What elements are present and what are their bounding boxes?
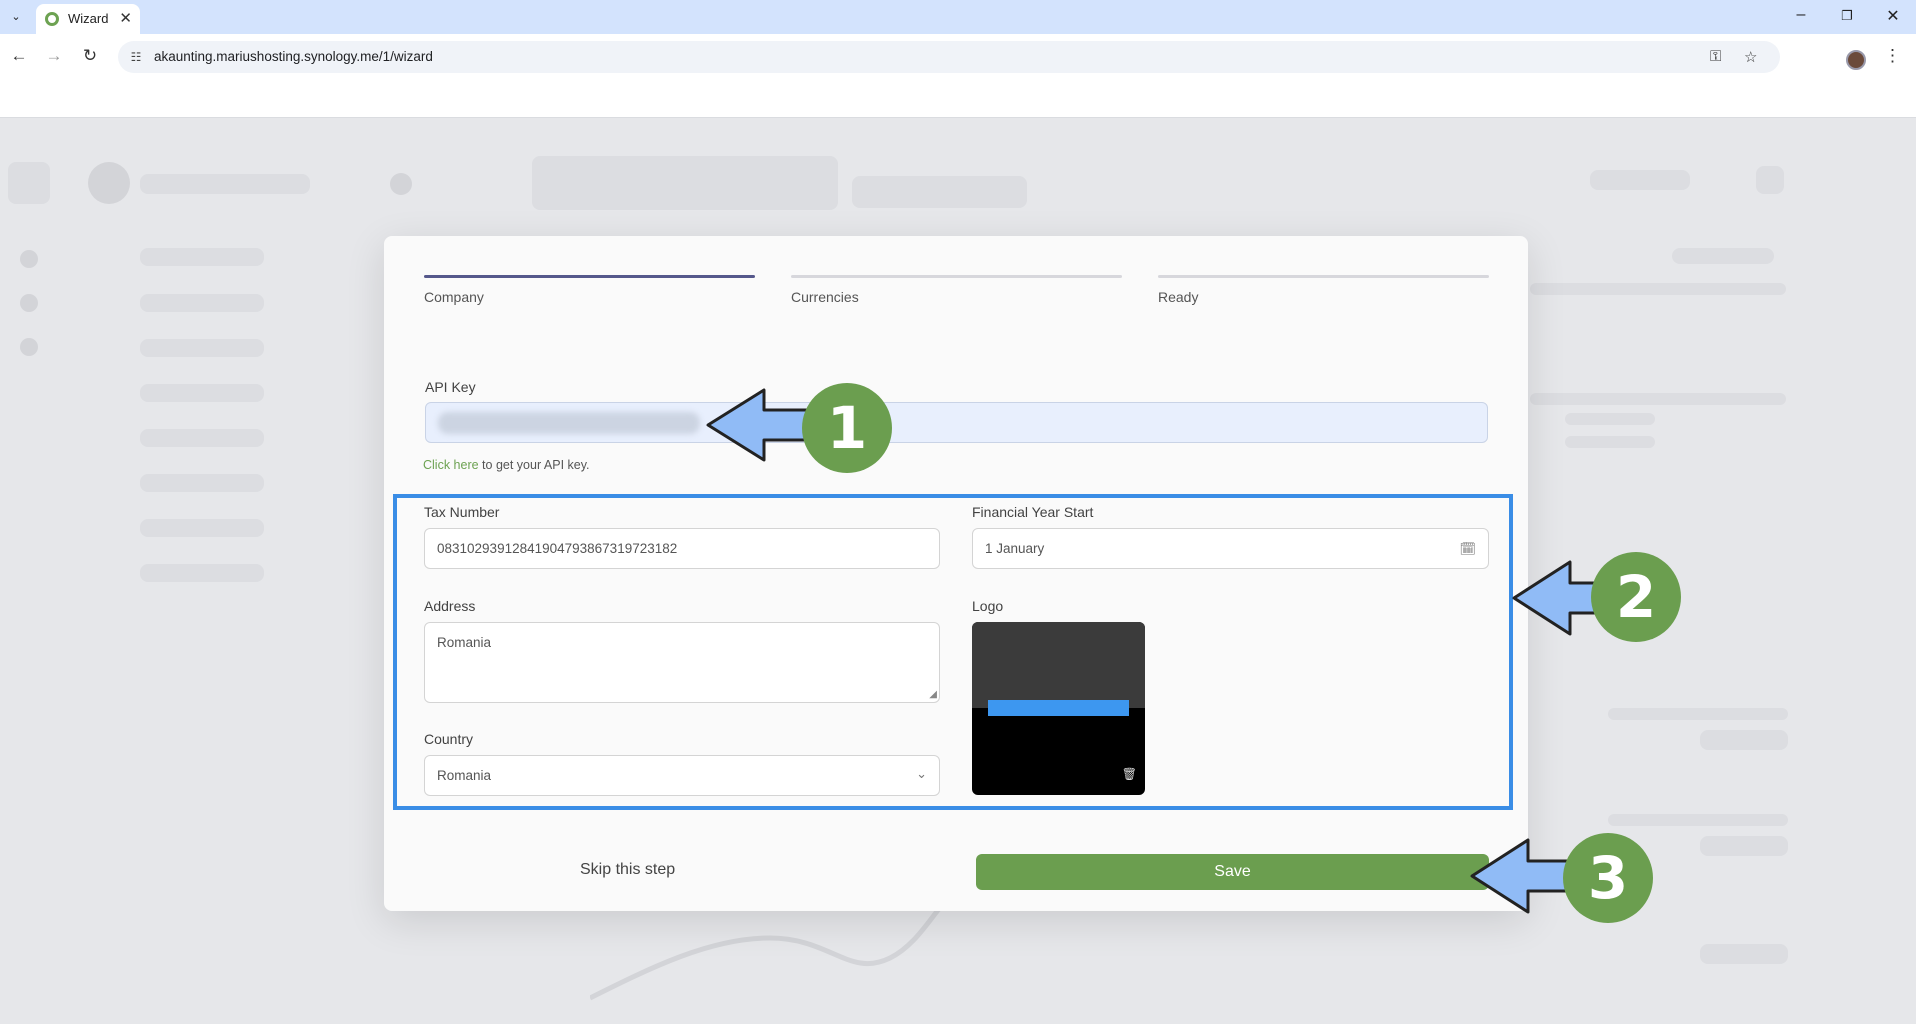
step-progress-bar <box>1158 275 1489 278</box>
bg-sidebar-placeholder <box>140 339 264 357</box>
step-ready[interactable]: Ready <box>1158 275 1489 305</box>
akaunting-favicon-icon <box>45 12 59 26</box>
minimize-icon[interactable]: – <box>1789 6 1813 24</box>
bg-logo-placeholder <box>88 162 130 204</box>
bookmark-star-icon[interactable]: ☆ <box>1744 48 1757 66</box>
api-key-input[interactable] <box>425 402 1488 443</box>
bg-card-placeholder <box>1530 283 1786 295</box>
bg-card-placeholder <box>1565 413 1655 425</box>
bg-sidebar-placeholder <box>140 519 264 537</box>
api-key-helper: Click here to get your API key. <box>423 458 590 472</box>
bg-card-placeholder <box>1700 944 1788 964</box>
step-currencies[interactable]: Currencies <box>791 275 1122 305</box>
bg-card-placeholder <box>1700 836 1788 856</box>
step-label: Currencies <box>791 289 859 305</box>
bg-icon-placeholder <box>20 250 38 268</box>
close-tab-icon[interactable]: ✕ <box>119 9 132 27</box>
bg-sidebar-placeholder <box>140 429 264 447</box>
address-bar[interactable]: ☷ akaunting.mariushosting.synology.me/1/… <box>118 41 1780 73</box>
save-button[interactable]: Save <box>976 854 1489 890</box>
bg-search-placeholder <box>532 156 838 210</box>
skip-step-button[interactable]: Skip this step <box>580 861 675 879</box>
browser-menu-icon[interactable]: ⋮ <box>1884 46 1901 66</box>
restore-icon[interactable]: ❐ <box>1835 8 1859 24</box>
bg-card-placeholder <box>1700 730 1788 750</box>
bg-calendar-placeholder <box>1756 166 1784 194</box>
step-label: Company <box>424 289 484 305</box>
bg-company-placeholder <box>140 174 310 194</box>
tab-title: Wizard <box>68 11 109 26</box>
step-label: Ready <box>1158 289 1199 305</box>
browser-toolbar: ← → ↻ ☷ akaunting.mariushosting.synology… <box>0 34 1916 118</box>
bg-sidebar-placeholder <box>140 474 264 492</box>
api-key-label: API Key <box>425 379 476 395</box>
url-text[interactable]: akaunting.mariushosting.synology.me/1/wi… <box>154 49 433 64</box>
bg-card-placeholder <box>1672 248 1774 264</box>
bg-card-placeholder <box>1565 436 1655 448</box>
password-key-icon[interactable]: ⚿ <box>1710 48 1721 65</box>
bg-card-placeholder <box>1608 708 1788 720</box>
bg-date-placeholder <box>1590 170 1690 190</box>
reload-icon[interactable]: ↻ <box>79 46 101 66</box>
step-badge-1: 1 <box>802 383 892 473</box>
bg-sidebar-placeholder <box>140 294 264 312</box>
api-key-link[interactable]: Click here <box>423 458 479 472</box>
browser-tab-strip: ⌄ Wizard ✕ – ❐ ✕ <box>0 0 1916 34</box>
step-company[interactable]: Company <box>424 275 755 305</box>
bg-sidebar-placeholder <box>140 248 264 266</box>
api-key-helper-text: to get your API key. <box>478 458 590 472</box>
bg-icon-placeholder <box>20 338 38 356</box>
highlight-rectangle <box>393 494 1513 810</box>
bg-icon-placeholder <box>20 294 38 312</box>
bg-filter-placeholder <box>852 176 1027 208</box>
browser-tab[interactable]: Wizard ✕ <box>36 4 140 34</box>
step-badge-2: 2 <box>1591 552 1681 642</box>
bg-chart-line <box>590 898 950 1001</box>
bg-menu-placeholder <box>8 162 50 204</box>
back-icon[interactable]: ← <box>8 46 30 66</box>
step-badge-3: 3 <box>1563 833 1653 923</box>
bg-sidebar-placeholder <box>140 384 264 402</box>
api-key-redacted-value <box>438 412 700 434</box>
site-info-icon[interactable]: ☷ <box>128 49 144 65</box>
bg-add-placeholder <box>390 173 412 195</box>
tab-search-icon[interactable]: ⌄ <box>6 7 26 27</box>
profile-avatar[interactable] <box>1846 50 1866 70</box>
bg-card-placeholder <box>1608 814 1788 826</box>
step-progress-bar <box>424 275 755 278</box>
step-progress-bar <box>791 275 1122 278</box>
forward-icon[interactable]: → <box>43 46 65 66</box>
bg-card-placeholder <box>1530 393 1786 405</box>
close-window-icon[interactable]: ✕ <box>1881 6 1905 26</box>
bg-sidebar-placeholder <box>140 564 264 582</box>
